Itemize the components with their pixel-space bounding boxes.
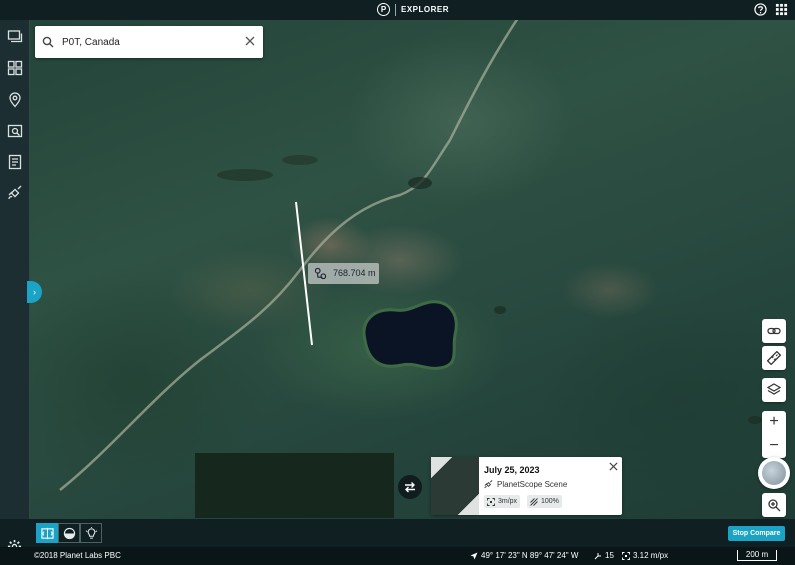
coverage-icon <box>530 497 538 506</box>
brand: P EXPLORER <box>377 3 449 16</box>
pond-tiny-2 <box>748 416 762 424</box>
measure-tool-button[interactable] <box>762 346 786 370</box>
resolution-icon <box>622 551 630 560</box>
share-link-button[interactable] <box>762 319 786 343</box>
scene-date: July 25, 2023 <box>484 465 540 475</box>
zoom-level: 15 <box>594 551 614 560</box>
brand-divider <box>395 3 396 16</box>
search-input[interactable] <box>62 33 232 51</box>
pond-small-2 <box>282 155 318 165</box>
map-resolution: 3.12 m/px <box>622 551 668 560</box>
apps-grid-icon[interactable] <box>775 3 788 16</box>
lightbulb-icon <box>85 527 98 539</box>
top-bar: P EXPLORER <box>0 0 795 20</box>
pond-tiny <box>494 306 506 314</box>
copyright: ©2018 Planet Labs PBC <box>34 551 121 560</box>
ruler-icon <box>767 351 781 365</box>
resolution-chip: 3m/px <box>484 495 521 508</box>
layers-stack-icon[interactable] <box>7 29 23 45</box>
map-resolution-value: 3.12 m/px <box>633 551 669 560</box>
map-layers-button[interactable] <box>762 378 786 402</box>
left-rail <box>0 20 30 547</box>
mosaic-grid-icon[interactable] <box>7 60 23 76</box>
scene-thumbnail <box>431 457 479 515</box>
zoom-out-button[interactable]: − <box>762 435 786 458</box>
copyright-text: ©2018 Planet Labs PBC <box>34 551 121 560</box>
cursor-arrow-icon <box>470 552 478 559</box>
zoom-level-value: 15 <box>605 551 614 560</box>
compare-mode-button[interactable] <box>36 523 58 543</box>
coordinates-text: 49° 17' 23" N 89° 47' 24" W <box>481 551 579 560</box>
bottom-toolbar <box>0 519 795 547</box>
resolution-value: 3m/px <box>498 498 518 505</box>
split-view-icon <box>41 527 54 540</box>
planet-explorer-app: 768.704 m P EXPLORER › P0T, Canada + − J… <box>0 0 795 565</box>
search-icon <box>42 36 54 48</box>
image-search-icon[interactable] <box>7 123 23 139</box>
map-features <box>59 20 762 491</box>
scene-type-label: PlanetScope Scene <box>497 480 568 489</box>
lake <box>362 300 458 370</box>
swap-compare-button[interactable] <box>398 475 422 499</box>
magnify-plus-icon <box>768 499 781 512</box>
road <box>59 20 519 491</box>
cursor-coordinates: 49° 17' 23" N 89° 47' 24" W <box>470 551 578 560</box>
half-circle-icon <box>63 527 76 540</box>
ruler-pin-icon <box>314 267 327 280</box>
globe-view-button[interactable] <box>758 457 790 489</box>
close-icon[interactable] <box>609 462 618 471</box>
satellite-icon <box>484 480 493 489</box>
resolution-icon <box>487 497 495 506</box>
document-list-icon[interactable] <box>7 154 23 170</box>
compare-left-scene-placeholder[interactable] <box>195 453 394 518</box>
satellite-icon[interactable] <box>7 185 23 201</box>
satellite-map[interactable] <box>30 20 795 519</box>
pond-small-3 <box>408 177 432 189</box>
scene-type: PlanetScope Scene <box>484 480 567 489</box>
spotlight-button[interactable] <box>80 523 102 543</box>
zoom-to-fit-button[interactable] <box>762 493 786 517</box>
coverage-chip: 100% <box>527 495 562 508</box>
measurement-distance: 768.704 m <box>333 268 376 278</box>
planet-logo-icon: P <box>377 3 390 16</box>
link-icon <box>767 327 781 335</box>
pond-small <box>217 169 273 181</box>
compare-scene-card[interactable]: July 25, 2023 PlanetScope Scene 3m/px 10… <box>431 457 622 515</box>
status-bar: ©2018 Planet Labs PBC 49° 17' 23" N 89° … <box>0 547 795 565</box>
help-icon[interactable] <box>754 3 767 16</box>
swap-arrows-icon <box>405 482 415 493</box>
coverage-value: 100% <box>541 498 559 505</box>
zoom-in-button[interactable]: + <box>762 411 786 434</box>
close-icon[interactable] <box>245 36 255 46</box>
measurement-label: 768.704 m <box>308 263 379 284</box>
chevron-right-icon: › <box>33 287 36 297</box>
scale-value: 200 m <box>745 550 769 559</box>
layers-icon <box>767 383 781 395</box>
zoom-level-icon <box>594 552 601 559</box>
location-pin-icon[interactable] <box>7 92 23 108</box>
globe-icon <box>762 461 786 485</box>
opacity-button[interactable] <box>58 523 80 543</box>
stop-compare-button[interactable]: Stop Compare <box>728 526 785 541</box>
location-search[interactable] <box>35 26 263 58</box>
zoom-control: + − <box>762 411 786 458</box>
scale-bar: 200 m <box>737 550 777 561</box>
app-title: EXPLORER <box>401 5 450 14</box>
